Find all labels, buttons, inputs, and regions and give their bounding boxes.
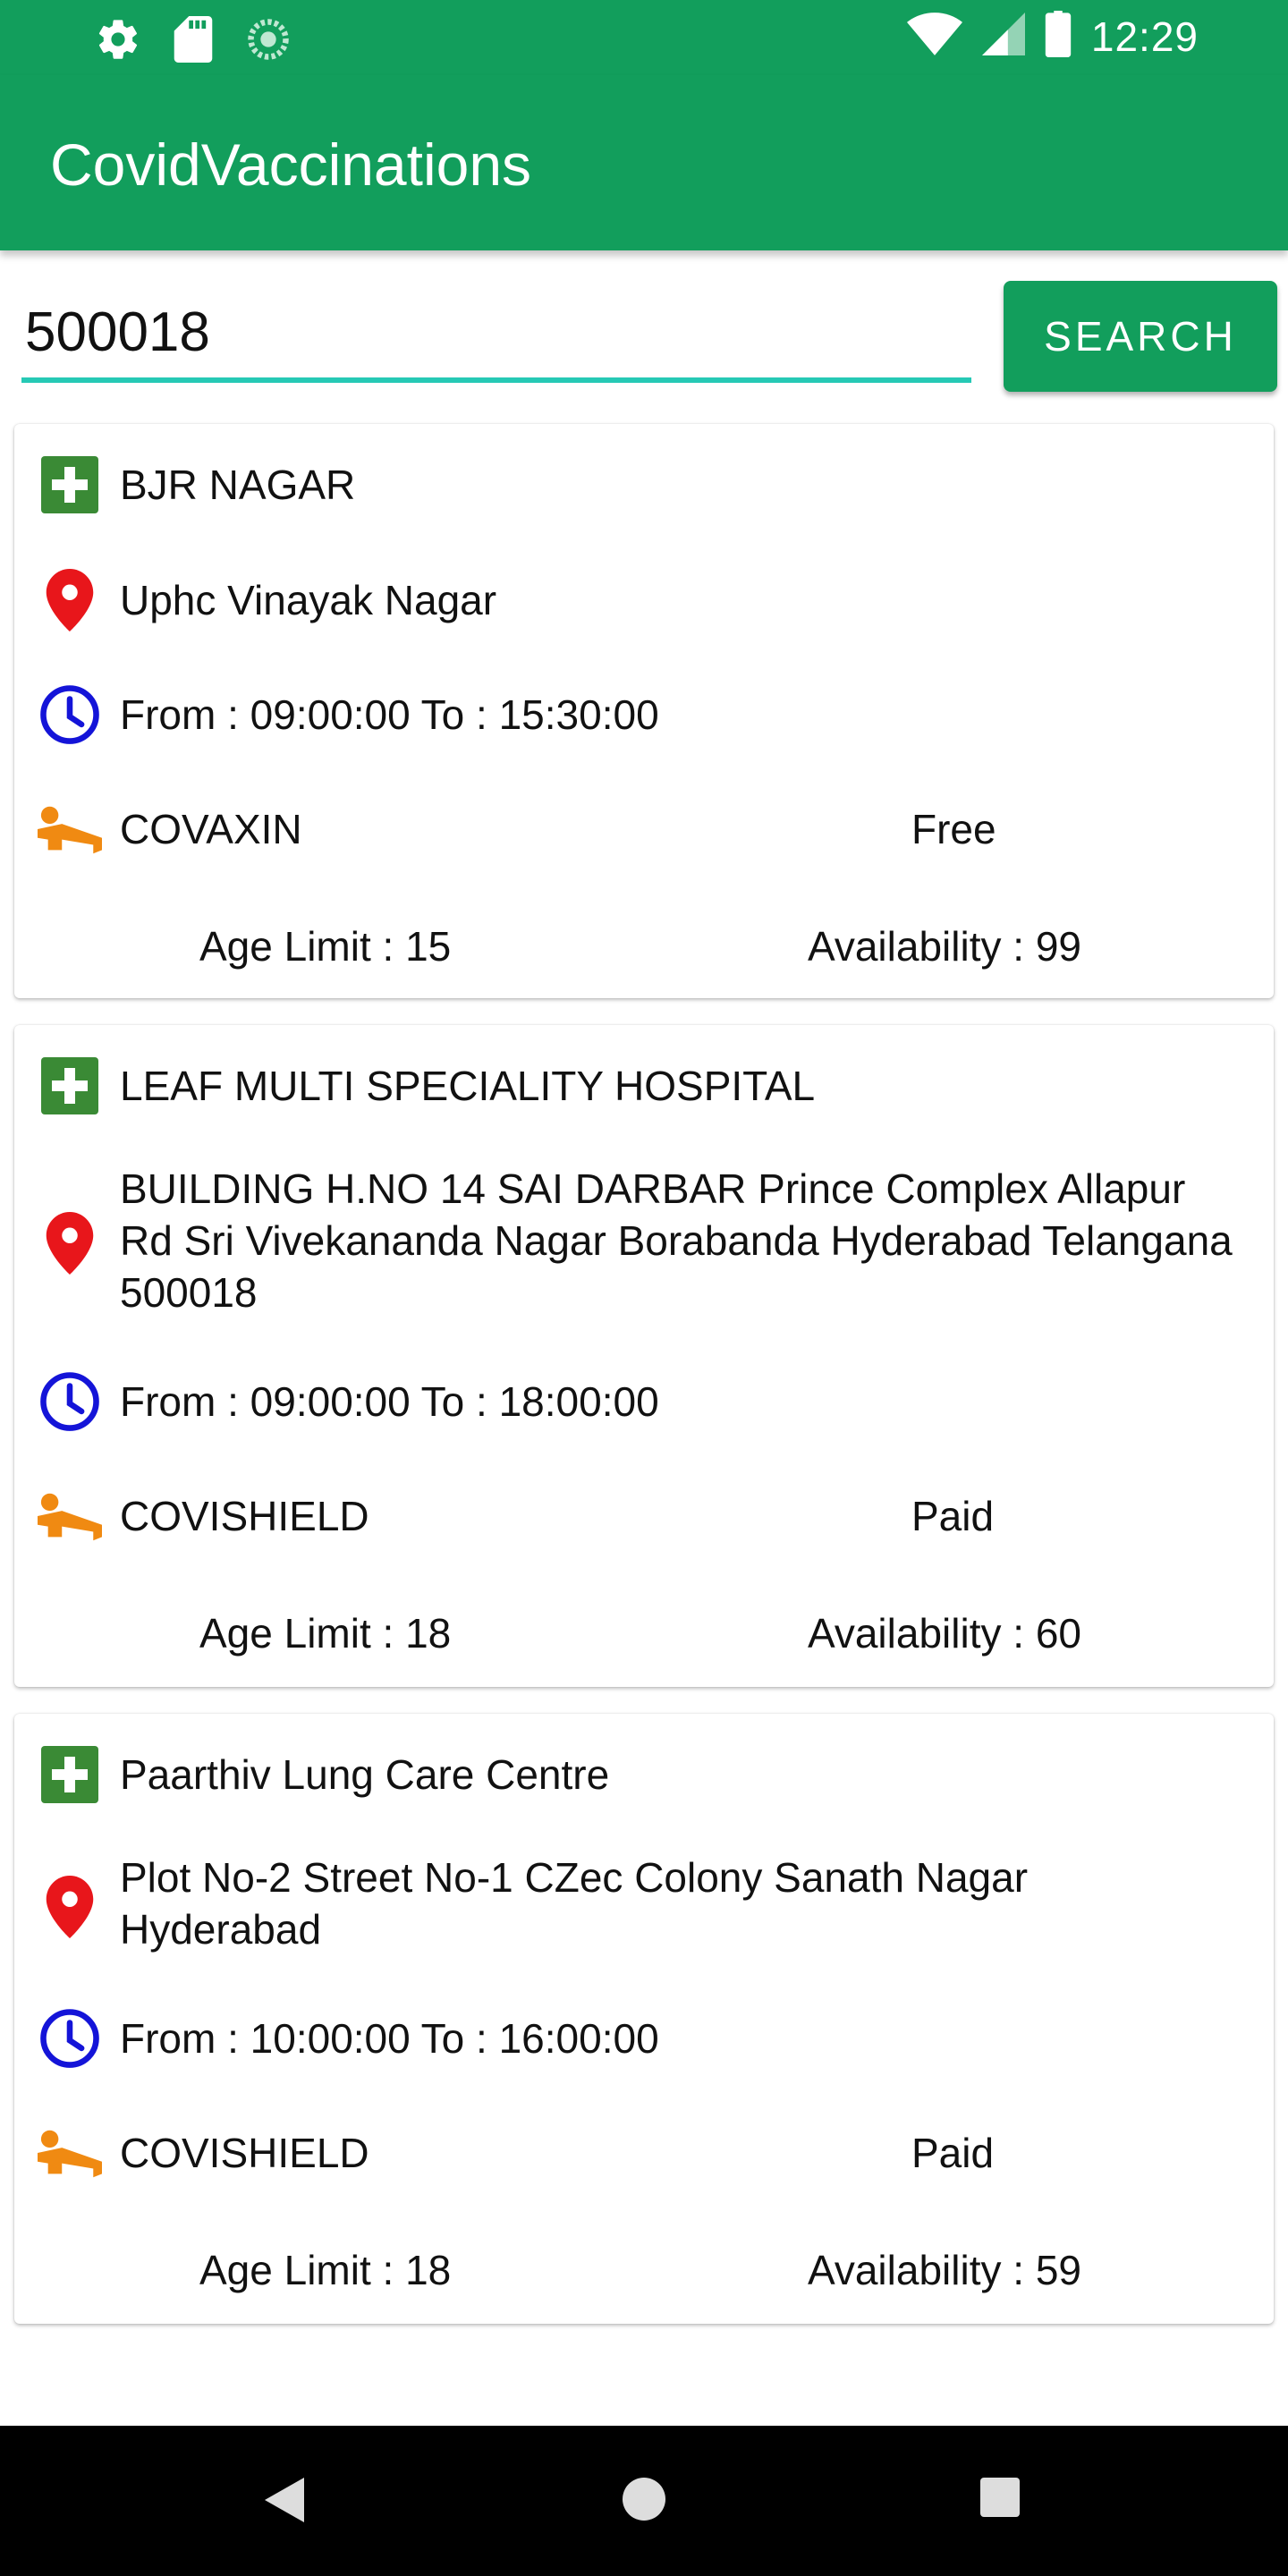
availability: Availability : 59 [808,2247,1081,2293]
center-address: BUILDING H.NO 14 SAI DARBAR Prince Compl… [120,1165,1233,1316]
hospital-icon [38,1746,102,1803]
system-navigation-bar [0,2426,1288,2576]
availability: Availability : 60 [808,1610,1081,1657]
clock-icon [38,2007,102,2070]
center-name: LEAF MULTI SPECIALITY HOSPITAL [120,1063,816,1109]
vaccine-bed-icon [38,804,102,854]
location-pin-icon [38,569,102,631]
status-time: 12:29 [1090,13,1199,60]
back-icon[interactable] [265,2478,304,2527]
hospital-icon [38,1057,102,1114]
center-name: BJR NAGAR [120,462,356,508]
fee-type: Paid [911,1493,995,1539]
app-bar: CovidVaccinations [0,75,1288,250]
age-limit: Age Limit : 15 [199,923,452,970]
fee-type: Paid [911,2130,995,2176]
search-button[interactable]: SEARCH [1004,281,1277,392]
center-address: Uphc Vinayak Nagar [120,577,497,623]
center-card[interactable]: BJR NAGAR Uphc Vinayak Nagar From : 09:0… [14,424,1274,998]
vaccine-name: COVISHIELD [120,1493,369,1539]
age-limit: Age Limit : 18 [199,1610,452,1657]
hospital-icon [38,456,102,513]
wifi-icon [906,13,962,60]
center-timing: From : 10:00:00 To : 16:00:00 [120,2015,659,2062]
center-address: Plot No-2 Street No-1 CZec Colony Sanath… [120,1854,1029,1953]
location-pin-icon [38,1876,102,1938]
status-bar: 12:29 [0,0,1288,75]
battery-icon [1045,11,1072,62]
sync-icon [245,16,292,63]
vaccine-bed-icon [38,2128,102,2178]
availability: Availability : 99 [808,923,1081,970]
app-title: CovidVaccinations [50,131,532,198]
age-limit: Age Limit : 18 [199,2247,452,2293]
home-icon[interactable] [623,2478,665,2525]
location-pin-icon [38,1212,102,1275]
center-timing: From : 09:00:00 To : 15:30:00 [120,691,659,738]
vaccine-name: COVAXIN [120,806,302,852]
vaccine-bed-icon [38,1491,102,1541]
recents-icon[interactable] [980,2478,1020,2521]
clock-icon [38,1370,102,1433]
center-timing: From : 09:00:00 To : 18:00:00 [120,1378,659,1425]
sd-card-icon [174,16,213,63]
fee-type: Free [911,806,996,852]
clock-icon [38,683,102,746]
center-name: Paarthiv Lung Care Centre [120,1751,610,1798]
settings-icon [95,16,141,63]
vaccine-name: COVISHIELD [120,2130,369,2176]
center-card[interactable]: Paarthiv Lung Care Centre Plot No-2 Stre… [14,1714,1274,2324]
center-card[interactable]: LEAF MULTI SPECIALITY HOSPITAL BUILDING … [14,1025,1274,1687]
pincode-search-input[interactable] [21,286,971,383]
signal-icon [981,13,1025,60]
